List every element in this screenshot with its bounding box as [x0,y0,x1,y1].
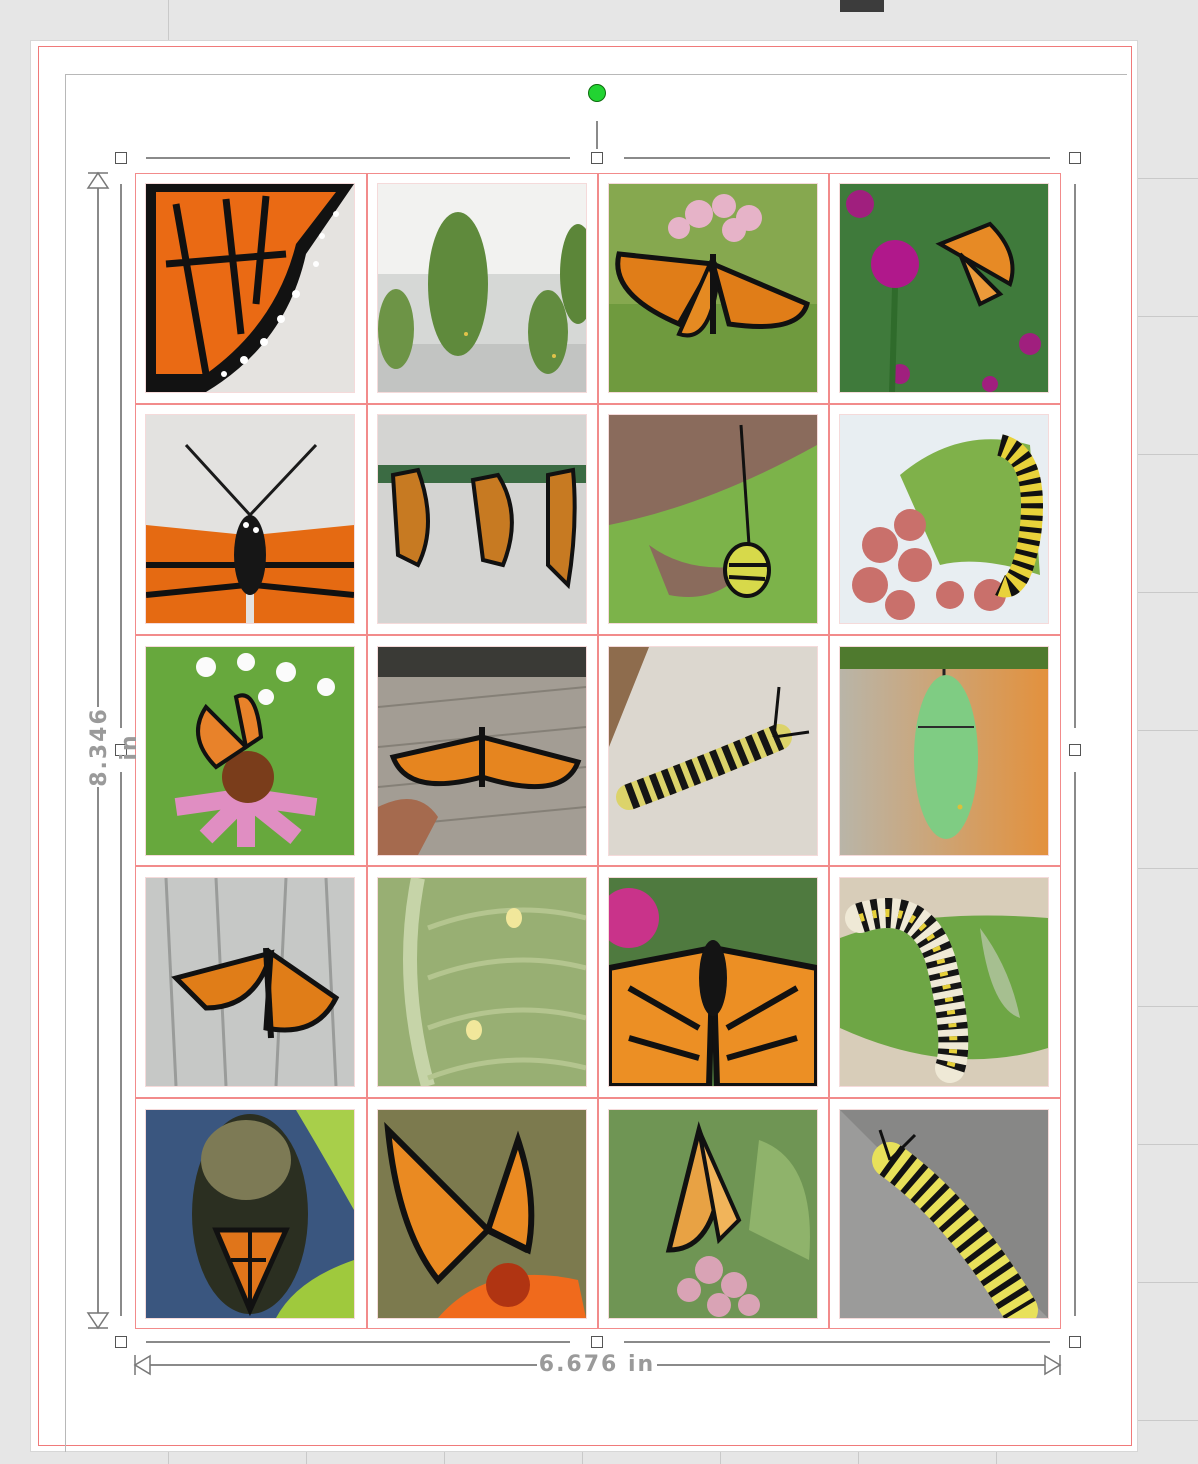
grid-divider [597,173,599,1329]
grid-divider [135,634,1061,636]
photo-monarch-on-milkweed[interactable] [609,184,817,392]
photo-monarch-on-zinnia[interactable] [378,1110,586,1318]
canvas-grid-line [1138,454,1198,455]
canvas-grid-line [1138,1282,1198,1283]
resize-handle-top-left[interactable] [115,152,127,164]
canvas-grid-line [1138,316,1198,317]
toolbar-edge [840,0,884,12]
grid-divider [828,173,830,1329]
photo-caterpillar-on-paper[interactable] [609,647,817,855]
photo-eggs-on-leaf[interactable] [378,878,586,1086]
photo-monarch-on-globe-amaranth[interactable] [840,184,1048,392]
canvas-grid-line [168,1452,169,1464]
canvas-grid-line [1138,1420,1198,1421]
selection-edge-right [1074,772,1076,1316]
photo-monarch-wing-closeup[interactable] [146,184,354,392]
canvas-grid-line [1138,1006,1198,1007]
photo-monarch-on-wood[interactable] [146,878,354,1086]
selection-edge-bottom [146,1341,570,1343]
canvas-grid-line [1138,730,1198,731]
resize-handle-bottom[interactable] [591,1336,603,1348]
photo-green-chrysalis[interactable] [840,647,1048,855]
canvas-grid-line [858,1452,859,1464]
width-dimension-label: 6.676 in [537,1350,657,1380]
selection-edge-top [624,157,1050,159]
resize-handle-bottom-right[interactable] [1069,1336,1081,1348]
selection-edge-right [1074,184,1076,728]
grid-divider [135,1097,1061,1099]
canvas-grid-line [1138,592,1198,593]
canvas-grid-line [720,1452,721,1464]
canvas-grid-line [1138,178,1198,179]
selection-edge-top [146,157,570,159]
photo-caterpillar-milkweed-buds[interactable] [840,415,1048,623]
grid-divider [135,403,1061,405]
rotation-stem [596,121,598,149]
photo-monarch-body-antennae[interactable] [146,415,354,623]
rotation-handle[interactable] [588,84,606,102]
photo-caterpillar-on-leaf[interactable] [840,878,1048,1086]
canvas-grid-line [996,1452,997,1464]
grid-divider [135,865,1061,867]
photo-small-caterpillar-leaf[interactable] [609,415,817,623]
photo-dark-chrysalis[interactable] [146,1110,354,1318]
canvas-grid-line [444,1452,445,1464]
resize-handle-right[interactable] [1069,744,1081,756]
resize-handle-top[interactable] [591,152,603,164]
photo-monarch-wings-spread[interactable] [609,878,817,1086]
selection-edge-bottom [624,1341,1050,1343]
photo-monarch-on-milkweed-cluster[interactable] [609,1110,817,1318]
selection-edge-left [120,184,122,728]
photo-three-emerged-monarchs[interactable] [378,415,586,623]
canvas-grid-line [306,1452,307,1464]
photo-monarch-on-hand[interactable] [378,647,586,855]
canvas-grid-line [582,1452,583,1464]
height-dimension-label: 8.346 in [85,707,142,787]
photo-chrysalises-hanging[interactable] [378,184,586,392]
grid-divider [366,173,368,1329]
resize-handle-top-right[interactable] [1069,152,1081,164]
photo-caterpillar-closeup[interactable] [840,1110,1048,1318]
resize-handle-bottom-left[interactable] [115,1336,127,1348]
selection-edge-left [120,772,122,1316]
canvas-grid-line [1138,868,1198,869]
canvas-grid-line [1138,1144,1198,1145]
photo-monarch-on-coneflower[interactable] [146,647,354,855]
